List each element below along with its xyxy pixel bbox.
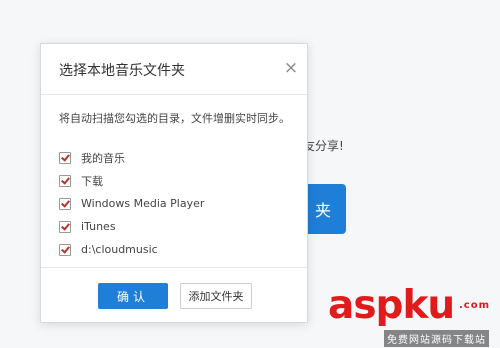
select-music-folder-dialog: 选择本地音乐文件夹 × 将自动扫描您勾选的目录，文件增删实时同步。 我的音乐 下…	[40, 43, 308, 323]
folder-label: 下载	[81, 174, 103, 188]
checkbox-checked-icon[interactable]	[59, 151, 71, 164]
dialog-header: 选择本地音乐文件夹 ×	[41, 44, 307, 95]
dialog-title: 选择本地音乐文件夹	[59, 63, 185, 79]
watermark-main: aspku	[328, 283, 455, 328]
watermark: aspku .com 免费网站源码下载站	[328, 286, 500, 348]
folder-label: d:\cloudmusic	[81, 243, 158, 256]
watermark-subtitle: 免费网站源码下载站	[384, 330, 489, 347]
checkbox-checked-icon[interactable]	[59, 174, 71, 187]
watermark-domain: .com	[458, 300, 490, 311]
dialog-footer: 确认 添加文件夹	[41, 267, 307, 322]
folder-item-windows-media-player[interactable]: Windows Media Player	[59, 192, 204, 215]
add-folder-button[interactable]: 添加文件夹	[180, 283, 252, 309]
folder-item-my-music[interactable]: 我的音乐	[59, 146, 204, 169]
dialog-description: 将自动扫描您勾选的目录，文件增删实时同步。	[59, 112, 290, 125]
folder-list: 我的音乐 下载 Windows Media Player iTunes d:\c…	[59, 146, 204, 261]
folder-item-cloudmusic[interactable]: d:\cloudmusic	[59, 238, 204, 261]
checkbox-checked-icon[interactable]	[59, 197, 71, 210]
checkbox-checked-icon[interactable]	[59, 220, 71, 233]
folder-item-itunes[interactable]: iTunes	[59, 215, 204, 238]
checkbox-checked-icon[interactable]	[59, 243, 71, 256]
background-button-label: 夹	[314, 201, 331, 220]
folder-item-downloads[interactable]: 下载	[59, 169, 204, 192]
folder-label: 我的音乐	[81, 151, 125, 165]
folder-label: iTunes	[81, 220, 116, 233]
folder-label: Windows Media Player	[81, 197, 205, 210]
confirm-button[interactable]: 确认	[98, 283, 168, 309]
close-icon[interactable]: ×	[281, 58, 301, 78]
